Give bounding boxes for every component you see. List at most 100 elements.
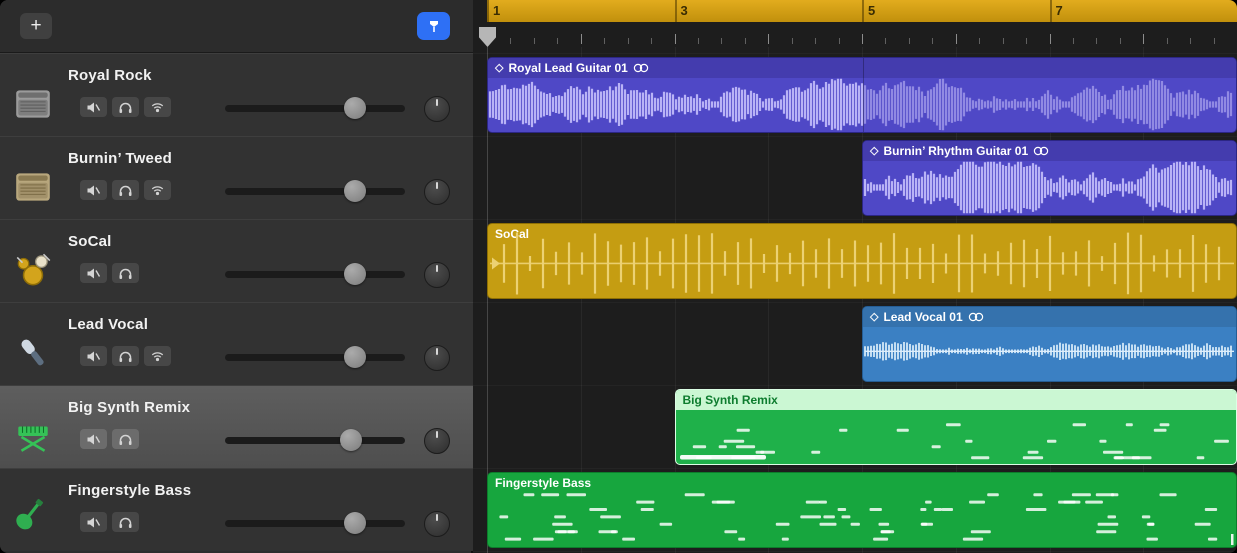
mic-icon bbox=[12, 332, 54, 374]
ruler-tick bbox=[675, 34, 676, 44]
ruler-tick bbox=[815, 38, 816, 44]
mute-icon bbox=[86, 433, 101, 446]
track-row[interactable]: Fingerstyle Bass bbox=[0, 468, 473, 551]
region-socal-drummer[interactable]: SoCal bbox=[487, 223, 1237, 299]
measure-label: 7 bbox=[1056, 3, 1063, 18]
region-header: ◇ Lead Vocal 01 bbox=[863, 307, 1236, 327]
region-header: ◇ Burnin’ Rhythm Guitar 01 bbox=[863, 141, 1236, 161]
track-row[interactable]: Royal Rock bbox=[0, 53, 473, 136]
midi-notes bbox=[676, 409, 1236, 464]
volume-knob[interactable] bbox=[344, 512, 366, 534]
region-header: ◇ Royal Lead Guitar 01 bbox=[488, 58, 1236, 78]
track-row[interactable]: Burnin’ Tweed bbox=[0, 136, 473, 219]
region-label: Fingerstyle Bass bbox=[495, 476, 591, 490]
ruler-tick bbox=[792, 38, 793, 44]
waveform bbox=[863, 326, 1236, 381]
ruler-tick bbox=[581, 34, 582, 44]
volume-slider[interactable] bbox=[225, 271, 405, 278]
track-buttons bbox=[80, 429, 139, 449]
ruler-tick bbox=[768, 34, 769, 44]
region-label: Burnin’ Rhythm Guitar 01 bbox=[883, 144, 1028, 158]
ruler-tick bbox=[1167, 38, 1168, 44]
headphones-icon bbox=[118, 350, 133, 363]
volume-slider[interactable] bbox=[225, 354, 405, 361]
measure-label: 5 bbox=[868, 3, 875, 18]
measure-separator bbox=[1050, 0, 1052, 22]
volume-slider[interactable] bbox=[225, 520, 405, 527]
volume-knob[interactable] bbox=[344, 180, 366, 202]
mute-button[interactable] bbox=[80, 263, 107, 283]
ruler-tick bbox=[956, 34, 957, 44]
mute-button[interactable] bbox=[80, 512, 107, 532]
region-royal-lead-guitar[interactable]: ◇ Royal Lead Guitar 01 bbox=[487, 57, 1237, 133]
volume-knob[interactable] bbox=[344, 346, 366, 368]
row-separator bbox=[473, 219, 1237, 220]
volume-slider[interactable] bbox=[225, 105, 405, 112]
ruler-tick bbox=[557, 38, 558, 44]
mute-button[interactable] bbox=[80, 346, 107, 366]
mute-icon bbox=[86, 101, 101, 114]
track-name: Big Synth Remix bbox=[68, 399, 190, 416]
track-buttons bbox=[80, 346, 171, 366]
ruler-tick bbox=[1073, 38, 1074, 44]
loops-icon: ◇ bbox=[495, 63, 503, 74]
solo-button[interactable] bbox=[112, 97, 139, 117]
input-monitoring-button[interactable] bbox=[144, 346, 171, 366]
measure-separator bbox=[487, 0, 489, 22]
ruler-ticks-strip[interactable] bbox=[473, 22, 1237, 47]
input-monitoring-button[interactable] bbox=[144, 97, 171, 117]
headphones-icon bbox=[118, 101, 133, 114]
volume-slider[interactable] bbox=[225, 437, 405, 444]
mute-button[interactable] bbox=[80, 429, 107, 449]
volume-knob[interactable] bbox=[344, 97, 366, 119]
catch-playhead-button[interactable] bbox=[417, 12, 450, 40]
ruler-tick bbox=[721, 38, 722, 44]
track-row[interactable]: Big Synth Remix bbox=[0, 385, 473, 468]
solo-button[interactable] bbox=[112, 512, 139, 532]
region-label: Royal Lead Guitar 01 bbox=[508, 61, 627, 75]
region-big-synth-remix[interactable]: Big Synth Remix bbox=[675, 389, 1237, 465]
mute-icon bbox=[86, 516, 101, 529]
input-monitoring-button[interactable] bbox=[144, 180, 171, 200]
mute-button[interactable] bbox=[80, 180, 107, 200]
measure-separator bbox=[675, 0, 677, 22]
pan-knob[interactable] bbox=[424, 345, 450, 371]
loops-icon: ◇ bbox=[870, 312, 878, 323]
row-separator bbox=[473, 385, 1237, 386]
add-track-button[interactable]: + bbox=[20, 13, 52, 39]
region-lead-vocal[interactable]: ◇ Lead Vocal 01 bbox=[862, 306, 1237, 382]
volume-slider[interactable] bbox=[225, 188, 405, 195]
pan-knob[interactable] bbox=[424, 428, 450, 454]
pan-knob[interactable] bbox=[424, 96, 450, 122]
mute-button[interactable] bbox=[80, 97, 107, 117]
track-row[interactable]: Lead Vocal bbox=[0, 302, 473, 385]
volume-knob[interactable] bbox=[344, 263, 366, 285]
drums-icon bbox=[12, 249, 54, 291]
ruler-tick bbox=[909, 38, 910, 44]
pan-knob[interactable] bbox=[424, 511, 450, 537]
track-name: Lead Vocal bbox=[68, 316, 148, 333]
volume-knob[interactable] bbox=[340, 429, 362, 451]
solo-button[interactable] bbox=[112, 429, 139, 449]
pan-knob[interactable] bbox=[424, 179, 450, 205]
row-separator bbox=[473, 551, 1237, 552]
solo-button[interactable] bbox=[112, 180, 139, 200]
ruler-tick bbox=[1120, 38, 1121, 44]
ruler-tick bbox=[698, 38, 699, 44]
track-buttons bbox=[80, 97, 171, 117]
region-label: Lead Vocal 01 bbox=[883, 310, 962, 324]
track-name: Burnin’ Tweed bbox=[68, 150, 172, 167]
ruler-tick bbox=[1190, 38, 1191, 44]
pan-knob[interactable] bbox=[424, 262, 450, 288]
ruler-tick bbox=[745, 38, 746, 44]
solo-button[interactable] bbox=[112, 263, 139, 283]
region-fingerstyle-bass[interactable]: Fingerstyle Bass bbox=[487, 472, 1237, 548]
input-monitoring-icon bbox=[150, 350, 165, 363]
track-row[interactable]: SoCal bbox=[0, 219, 473, 302]
solo-button[interactable] bbox=[112, 346, 139, 366]
track-name: SoCal bbox=[68, 233, 112, 250]
ruler[interactable]: 1357 bbox=[487, 0, 1237, 22]
row-separator bbox=[473, 53, 1237, 54]
ruler-tick bbox=[604, 38, 605, 44]
region-burnin-rhythm-guitar[interactable]: ◇ Burnin’ Rhythm Guitar 01 bbox=[862, 140, 1237, 216]
